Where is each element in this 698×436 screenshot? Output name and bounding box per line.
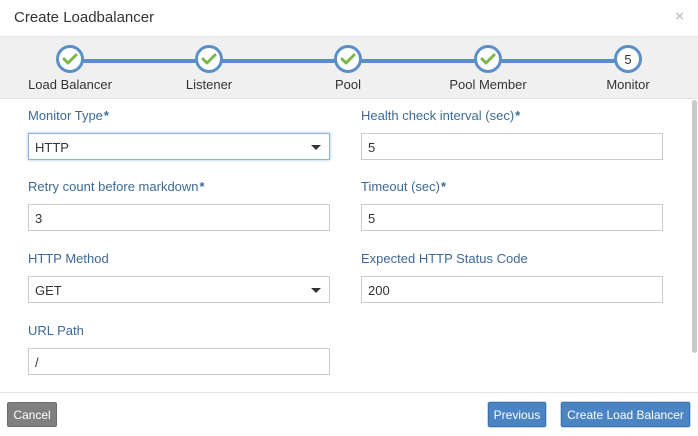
expected-status-field: Expected HTTP Status Code 200 <box>361 251 663 303</box>
required-marker: * <box>199 179 205 194</box>
form-body: Monitor Type* HTTP Health check interval… <box>0 100 692 392</box>
previous-button[interactable]: Previous <box>488 402 546 427</box>
step-label: Listener <box>185 77 233 92</box>
health-check-interval-input[interactable]: 5 <box>361 133 663 160</box>
dialog-header: Create Loadbalancer × <box>0 0 698 37</box>
wizard-step-load-balancer[interactable]: Load Balancer <box>5 37 135 99</box>
create-loadbalancer-dialog: Create Loadbalancer × Load Balancer List… <box>0 0 698 436</box>
close-icon[interactable]: × <box>675 8 684 25</box>
input-value: / <box>35 355 39 370</box>
monitor-type-field: Monitor Type* HTTP <box>28 108 330 160</box>
cancel-button[interactable]: Cancel <box>7 402 57 427</box>
input-value: 200 <box>368 283 390 298</box>
url-path-input[interactable]: / <box>28 348 330 375</box>
required-marker: * <box>440 179 447 194</box>
monitor-type-label: Monitor Type* <box>28 108 109 123</box>
wizard-step-monitor[interactable]: 5 Monitor <box>563 37 693 99</box>
url-path-label: URL Path <box>28 323 84 338</box>
check-icon <box>201 53 217 65</box>
input-value: 3 <box>35 211 43 226</box>
http-method-select[interactable]: GET <box>28 276 330 303</box>
timeout-label: Timeout (sec)* <box>361 179 447 194</box>
expected-status-label: Expected HTTP Status Code <box>361 251 528 266</box>
step-label: Load Balancer <box>28 77 112 92</box>
expected-status-input[interactable]: 200 <box>361 276 663 303</box>
step-label: Pool Member <box>449 77 527 92</box>
check-icon <box>340 53 356 65</box>
timeout-input[interactable]: 5 <box>361 204 663 231</box>
health-check-interval-label: Health check interval (sec)* <box>361 108 521 123</box>
select-value: GET <box>35 283 62 298</box>
retry-count-label: Retry count before markdown* <box>28 179 205 194</box>
required-marker: * <box>515 108 521 123</box>
input-value: 5 <box>368 140 376 155</box>
check-icon <box>62 53 78 65</box>
monitor-type-select[interactable]: HTTP <box>28 133 330 160</box>
wizard-progress: Load Balancer Listener Pool Pool Member … <box>0 37 698 99</box>
step-label: Monitor <box>606 77 650 92</box>
dialog-title: Create Loadbalancer <box>14 9 155 26</box>
check-icon <box>480 53 496 65</box>
retry-count-field: Retry count before markdown* 3 <box>28 179 330 231</box>
timeout-field: Timeout (sec)* 5 <box>361 179 663 231</box>
input-value: 5 <box>368 211 376 226</box>
select-value: HTTP <box>35 140 69 155</box>
url-path-field: URL Path / <box>28 323 330 375</box>
caret-down-icon <box>311 288 321 293</box>
wizard-step-pool-member[interactable]: Pool Member <box>423 37 553 99</box>
step-complete-circle <box>56 45 84 73</box>
step-label: Pool <box>334 77 362 92</box>
required-marker: * <box>103 108 109 123</box>
http-method-field: HTTP Method GET <box>28 251 330 303</box>
retry-count-input[interactable]: 3 <box>28 204 330 231</box>
step-number-circle: 5 <box>614 45 642 73</box>
health-check-interval-field: Health check interval (sec)* 5 <box>361 108 663 160</box>
step-complete-circle <box>195 45 223 73</box>
wizard-step-listener[interactable]: Listener <box>144 37 274 99</box>
create-load-balancer-button[interactable]: Create Load Balancer <box>561 402 690 427</box>
vertical-scrollbar[interactable] <box>692 100 697 353</box>
wizard-step-pool[interactable]: Pool <box>283 37 413 99</box>
dialog-footer: Cancel Previous Create Load Balancer <box>0 392 698 436</box>
step-complete-circle <box>474 45 502 73</box>
step-complete-circle <box>334 45 362 73</box>
caret-down-icon <box>311 145 321 150</box>
http-method-label: HTTP Method <box>28 251 109 266</box>
